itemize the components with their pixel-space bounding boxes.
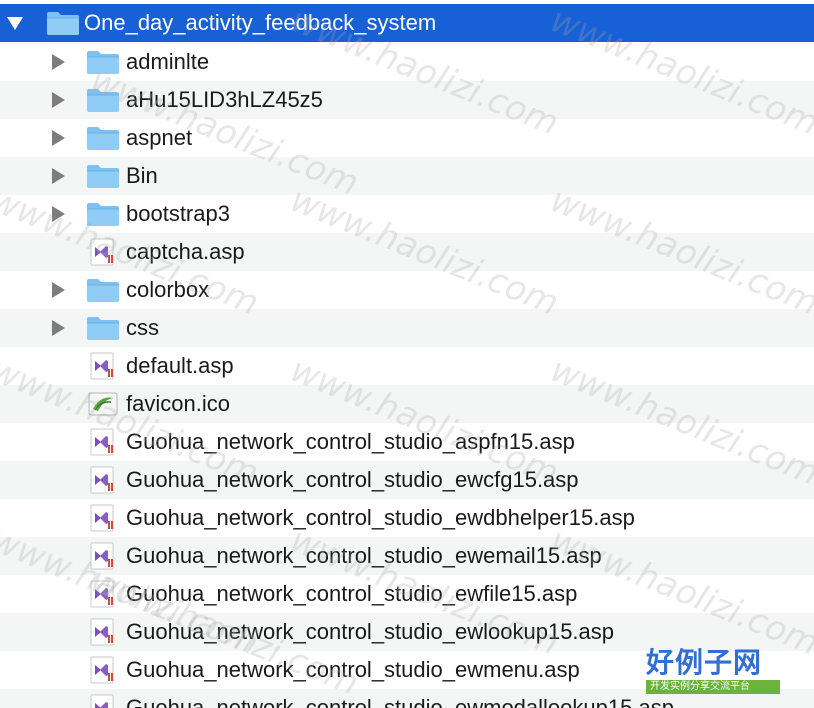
image-file-icon [86, 385, 120, 423]
visual-studio-file-icon [86, 689, 120, 708]
folder-icon [46, 4, 80, 42]
tree-item-label: adminlte [126, 49, 210, 74]
folder-icon [86, 119, 120, 157]
disclosure-triangle-collapsed-icon[interactable] [48, 119, 68, 157]
visual-studio-file-icon [86, 651, 120, 689]
tree-item-label: Bin [126, 163, 158, 188]
tree-item-row[interactable]: Guohua_network_control_studio_aspfn15.as… [0, 423, 814, 461]
tree-item-label: css [126, 315, 159, 340]
tree-item-label: Guohua_network_control_studio_aspfn15.as… [126, 429, 575, 454]
visual-studio-file-icon [86, 537, 120, 575]
folder-icon [86, 43, 120, 81]
tree-item-row[interactable]: Guohua_network_control_studio_ewemail15.… [0, 537, 814, 575]
tree-item-row[interactable]: Guohua_network_control_studio_ewlookup15… [0, 613, 814, 651]
folder-icon [86, 309, 120, 347]
disclosure-triangle-expanded-icon[interactable] [5, 4, 25, 42]
folder-icon [86, 195, 120, 233]
disclosure-triangle-collapsed-icon[interactable] [48, 309, 68, 347]
tree-item-label: bootstrap3 [126, 201, 230, 226]
tree-root-label: One_day_activity_feedback_system [84, 10, 437, 35]
tree-item-row[interactable]: colorbox [0, 271, 814, 309]
tree-item-row[interactable]: captcha.asp [0, 233, 814, 271]
tree-item-label: aHu15LID3hLZ45z5 [126, 87, 323, 112]
tree-item-row[interactable]: Guohua_network_control_studio_ewdbhelper… [0, 499, 814, 537]
tree-item-label: Guohua_network_control_studio_ewmenu.asp [126, 657, 580, 682]
visual-studio-file-icon [86, 347, 120, 385]
tree-root-row[interactable]: One_day_activity_feedback_system [0, 4, 814, 42]
tree-item-label: captcha.asp [126, 239, 245, 264]
tree-item-label: Guohua_network_control_studio_ewmodalloo… [126, 695, 674, 708]
visual-studio-file-icon [86, 613, 120, 651]
visual-studio-file-icon [86, 461, 120, 499]
tree-item-label: Guohua_network_control_studio_ewcfg15.as… [126, 467, 579, 492]
tree-item-label: Guohua_network_control_studio_ewdbhelper… [126, 505, 635, 530]
tree-item-label: Guohua_network_control_studio_ewfile15.a… [126, 581, 578, 606]
folder-icon [86, 271, 120, 309]
tree-item-label: default.asp [126, 353, 234, 378]
disclosure-triangle-collapsed-icon[interactable] [48, 43, 68, 81]
tree-item-row[interactable]: Guohua_network_control_studio_ewcfg15.as… [0, 461, 814, 499]
tree-item-label: Guohua_network_control_studio_ewlookup15… [126, 619, 615, 644]
tree-item-label: colorbox [126, 277, 210, 302]
disclosure-triangle-collapsed-icon[interactable] [48, 271, 68, 309]
folder-icon [86, 157, 120, 195]
tree-item-label: Guohua_network_control_studio_ewemail15.… [126, 543, 602, 568]
tree-item-row[interactable]: bootstrap3 [0, 195, 814, 233]
tree-item-row[interactable]: default.asp [0, 347, 814, 385]
visual-studio-file-icon [86, 233, 120, 271]
tree-item-row[interactable]: Guohua_network_control_studio_ewmodalloo… [0, 689, 814, 708]
tree-item-row[interactable]: adminlte [0, 43, 814, 81]
tree-item-row[interactable]: Bin [0, 157, 814, 195]
tree-item-label: aspnet [126, 125, 193, 150]
tree-item-row[interactable]: Guohua_network_control_studio_ewfile15.a… [0, 575, 814, 613]
visual-studio-file-icon [86, 575, 120, 613]
disclosure-triangle-collapsed-icon[interactable] [48, 81, 68, 119]
file-tree: One_day_activity_feedback_system adminlte… [0, 0, 814, 708]
disclosure-triangle-collapsed-icon[interactable] [48, 157, 68, 195]
disclosure-triangle-collapsed-icon[interactable] [48, 195, 68, 233]
folder-icon [86, 81, 120, 119]
tree-item-row[interactable]: aspnet [0, 119, 814, 157]
tree-item-label: favicon.ico [126, 391, 230, 416]
tree-item-row[interactable]: favicon.ico [0, 385, 814, 423]
tree-item-row[interactable]: Guohua_network_control_studio_ewmenu.asp [0, 651, 814, 689]
tree-item-row[interactable]: css [0, 309, 814, 347]
tree-item-row[interactable]: aHu15LID3hLZ45z5 [0, 81, 814, 119]
visual-studio-file-icon [86, 499, 120, 537]
visual-studio-file-icon [86, 423, 120, 461]
